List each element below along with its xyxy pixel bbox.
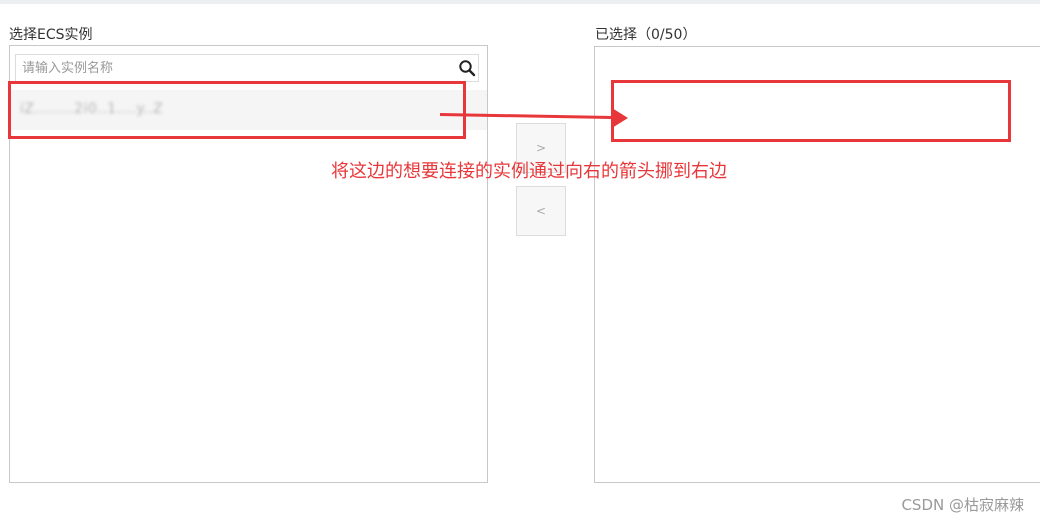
- target-highlight-box: [611, 80, 1011, 142]
- search-input[interactable]: [16, 55, 446, 81]
- search-box: [15, 54, 479, 82]
- transfer-dialog: 选择ECS实例 iZ........2i0..1....y..Z > < 已选择…: [0, 0, 1040, 522]
- top-strip: [0, 0, 1040, 4]
- annotation-text: 将这边的想要连接的实例通过向右的箭头挪到右边: [331, 161, 727, 182]
- watermark: CSDN @枯寂麻辣: [901, 496, 1024, 514]
- search-icon[interactable]: [458, 59, 476, 77]
- right-panel-title: 已选择（0/50）: [595, 27, 697, 43]
- source-highlight-box: [8, 81, 466, 139]
- move-left-button[interactable]: <: [516, 186, 566, 236]
- left-panel-title: 选择ECS实例: [9, 27, 93, 43]
